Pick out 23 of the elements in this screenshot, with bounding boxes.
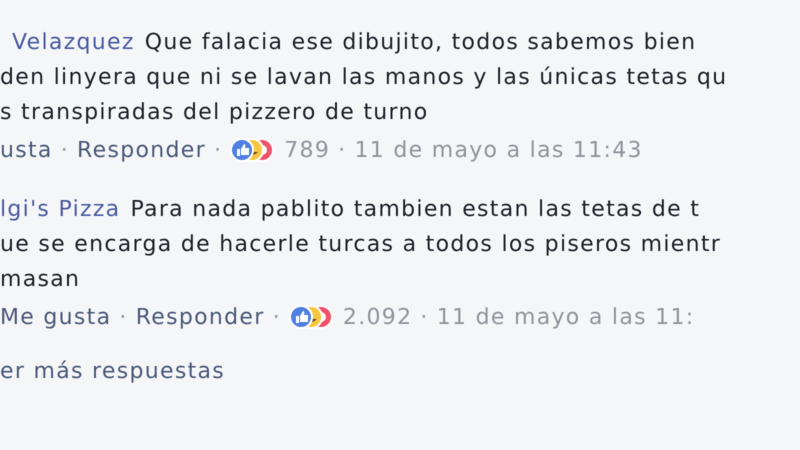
comment-text-line: s transpiradas del pizzero de turno [0,100,428,125]
like-link[interactable]: Me gusta [0,304,112,330]
comment-text-line: ue se encarga de hacerle turcas a todos los piseros mientr [0,232,722,257]
separator-dot: · [214,138,222,162]
reply-link[interactable]: Responder [136,304,265,330]
commenter-name[interactable]: lgi's Pizza [0,197,120,222]
separator-dot: · [338,138,346,162]
separator-dot: · [272,304,281,330]
comment-text-line: masan [0,267,80,292]
comment-text-line: Que falacia ese dibujito, todos sabemos bien [144,30,696,55]
separator-dot: · [60,138,70,162]
like-link[interactable]: usta [0,138,53,162]
reply-link[interactable]: Responder [77,138,206,162]
commenter-name[interactable]: Velazquez [12,30,135,55]
comment-text-line: den linyera que ni se lavan las manos y las únicas tetas qu [0,65,728,90]
reaction-count: 2.092 [342,304,412,330]
reactions-icon[interactable] [288,303,335,331]
reaction-count: 789 [284,138,330,162]
separator-dot: · [119,304,128,330]
separator-dot: · [420,304,429,330]
comment-text-line: Para nada pablito tambien estan las tetas de t [130,197,700,222]
reactions-icon[interactable] [230,136,276,164]
more-replies-link[interactable]: er más respuestas [0,359,800,384]
